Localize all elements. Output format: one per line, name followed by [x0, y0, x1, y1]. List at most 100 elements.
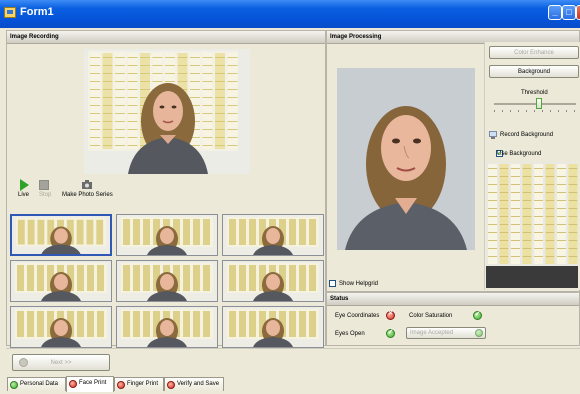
calendar-line	[215, 81, 225, 82]
background-calendar-line	[522, 192, 532, 193]
calendar-column	[115, 53, 125, 149]
calendar-line	[190, 81, 200, 82]
background-calendar-line	[499, 224, 509, 225]
photo-thumbnail[interactable]	[116, 214, 218, 256]
title-bar[interactable]: Form1 _ □	[0, 0, 580, 28]
photo-thumbnail[interactable]	[222, 214, 324, 256]
calendar-column	[102, 53, 113, 149]
background-calendar-line	[568, 248, 578, 249]
background-calendar-line	[511, 192, 520, 193]
stop-icon[interactable]	[39, 180, 49, 190]
background-calendar-line	[545, 208, 555, 209]
background-calendar-line	[545, 224, 555, 225]
threshold-slider[interactable]	[494, 98, 576, 112]
play-icon[interactable]	[19, 179, 29, 191]
camera-icon[interactable]	[82, 180, 92, 189]
tab-face-print[interactable]: Face Print	[66, 376, 114, 392]
calendar-line	[177, 81, 188, 82]
tab-finger-print[interactable]: Finger Print	[114, 377, 164, 391]
background-calendar-line	[499, 168, 509, 169]
calendar-column	[127, 53, 138, 149]
stop-button-label[interactable]: Stop	[39, 192, 51, 198]
background-calendar-line	[557, 216, 566, 217]
background-calendar-line	[522, 200, 532, 201]
calendar-line	[165, 73, 175, 74]
background-calendar-line	[568, 176, 578, 177]
calendar-line	[127, 81, 138, 82]
photo-thumbnail[interactable]	[222, 260, 324, 302]
calendar-line	[202, 73, 213, 74]
background-calendar-line	[488, 192, 497, 193]
calendar-line	[190, 65, 200, 66]
calendar-line	[215, 65, 225, 66]
photo-thumbnail[interactable]	[222, 306, 324, 348]
make-photo-series-label[interactable]: Make Photo Series	[62, 192, 113, 198]
photo-thumbnail[interactable]	[10, 260, 112, 302]
calendar-line	[90, 65, 100, 66]
background-calendar-line	[522, 216, 532, 217]
live-button-label[interactable]: Live	[18, 192, 29, 198]
background-calendar-line	[522, 184, 532, 185]
calendar-line	[102, 97, 113, 98]
calendar-line	[202, 113, 213, 114]
image-accepted-label: Image Accepted	[410, 330, 454, 336]
background-calendar-line	[499, 184, 509, 185]
calendar-line	[102, 89, 113, 90]
tab-verify-and-save[interactable]: Verify and Save	[164, 377, 224, 391]
background-calendar-line	[511, 208, 520, 209]
calendar-line	[215, 89, 225, 90]
photo-thumbnail[interactable]	[10, 306, 112, 348]
calendar-line	[90, 145, 100, 146]
background-calendar-line	[545, 192, 555, 193]
background-calendar-line	[511, 216, 520, 217]
calendar-line	[227, 105, 238, 106]
record-background-icon[interactable]	[489, 131, 497, 139]
calendar-line	[152, 73, 163, 74]
calendar-line	[115, 113, 125, 114]
calendar-line	[215, 113, 225, 114]
background-calendar-line	[488, 248, 497, 249]
background-calendar-line	[557, 184, 566, 185]
calendar-line	[140, 73, 150, 74]
calendar-line	[115, 105, 125, 106]
next-button[interactable]: Next >>	[12, 354, 110, 371]
close-button[interactable]	[576, 5, 580, 20]
show-helpgrid-checkbox[interactable]	[329, 280, 336, 287]
threshold-slider-thumb[interactable]	[536, 98, 542, 109]
background-calendar-line	[511, 224, 520, 225]
calendar-line	[227, 81, 238, 82]
background-calendar-line	[511, 256, 520, 257]
image-accepted-button[interactable]: Image Accepted	[406, 327, 486, 339]
background-calendar-line	[557, 256, 566, 257]
background-calendar-line	[545, 176, 555, 177]
bottom-separator	[6, 348, 580, 349]
photo-thumbnail[interactable]	[10, 214, 112, 256]
background-calendar-line	[568, 200, 578, 201]
calendar-line	[127, 137, 138, 138]
minimize-button[interactable]: _	[548, 5, 562, 20]
record-background-label[interactable]: Record Background	[500, 132, 553, 138]
calendar-line	[127, 73, 138, 74]
calendar-line	[115, 137, 125, 138]
threshold-slider-track	[494, 103, 576, 105]
photo-thumbnail[interactable]	[116, 260, 218, 302]
calendar-line	[140, 57, 150, 58]
app-icon	[4, 7, 16, 18]
calendar-line	[202, 137, 213, 138]
processed-face-image	[337, 68, 475, 250]
use-background-label: Use Background	[497, 151, 542, 157]
calendar-line	[215, 57, 225, 58]
background-calendar-line	[545, 168, 555, 169]
calendar-column	[227, 53, 238, 149]
calendar-line	[215, 105, 225, 106]
background-calendar-line	[488, 256, 497, 257]
eyes-open-status-icon: ✓	[386, 329, 395, 338]
background-preview-image	[486, 162, 578, 288]
calendar-line	[127, 97, 138, 98]
color-enhance-button[interactable]: Color Enhance	[489, 46, 579, 59]
calendar-line	[115, 73, 125, 74]
photo-thumbnail[interactable]	[116, 306, 218, 348]
background-button[interactable]: Background	[489, 65, 579, 78]
maximize-button[interactable]: □	[562, 5, 576, 20]
tab-personal-data[interactable]: Personal Data	[7, 377, 66, 391]
